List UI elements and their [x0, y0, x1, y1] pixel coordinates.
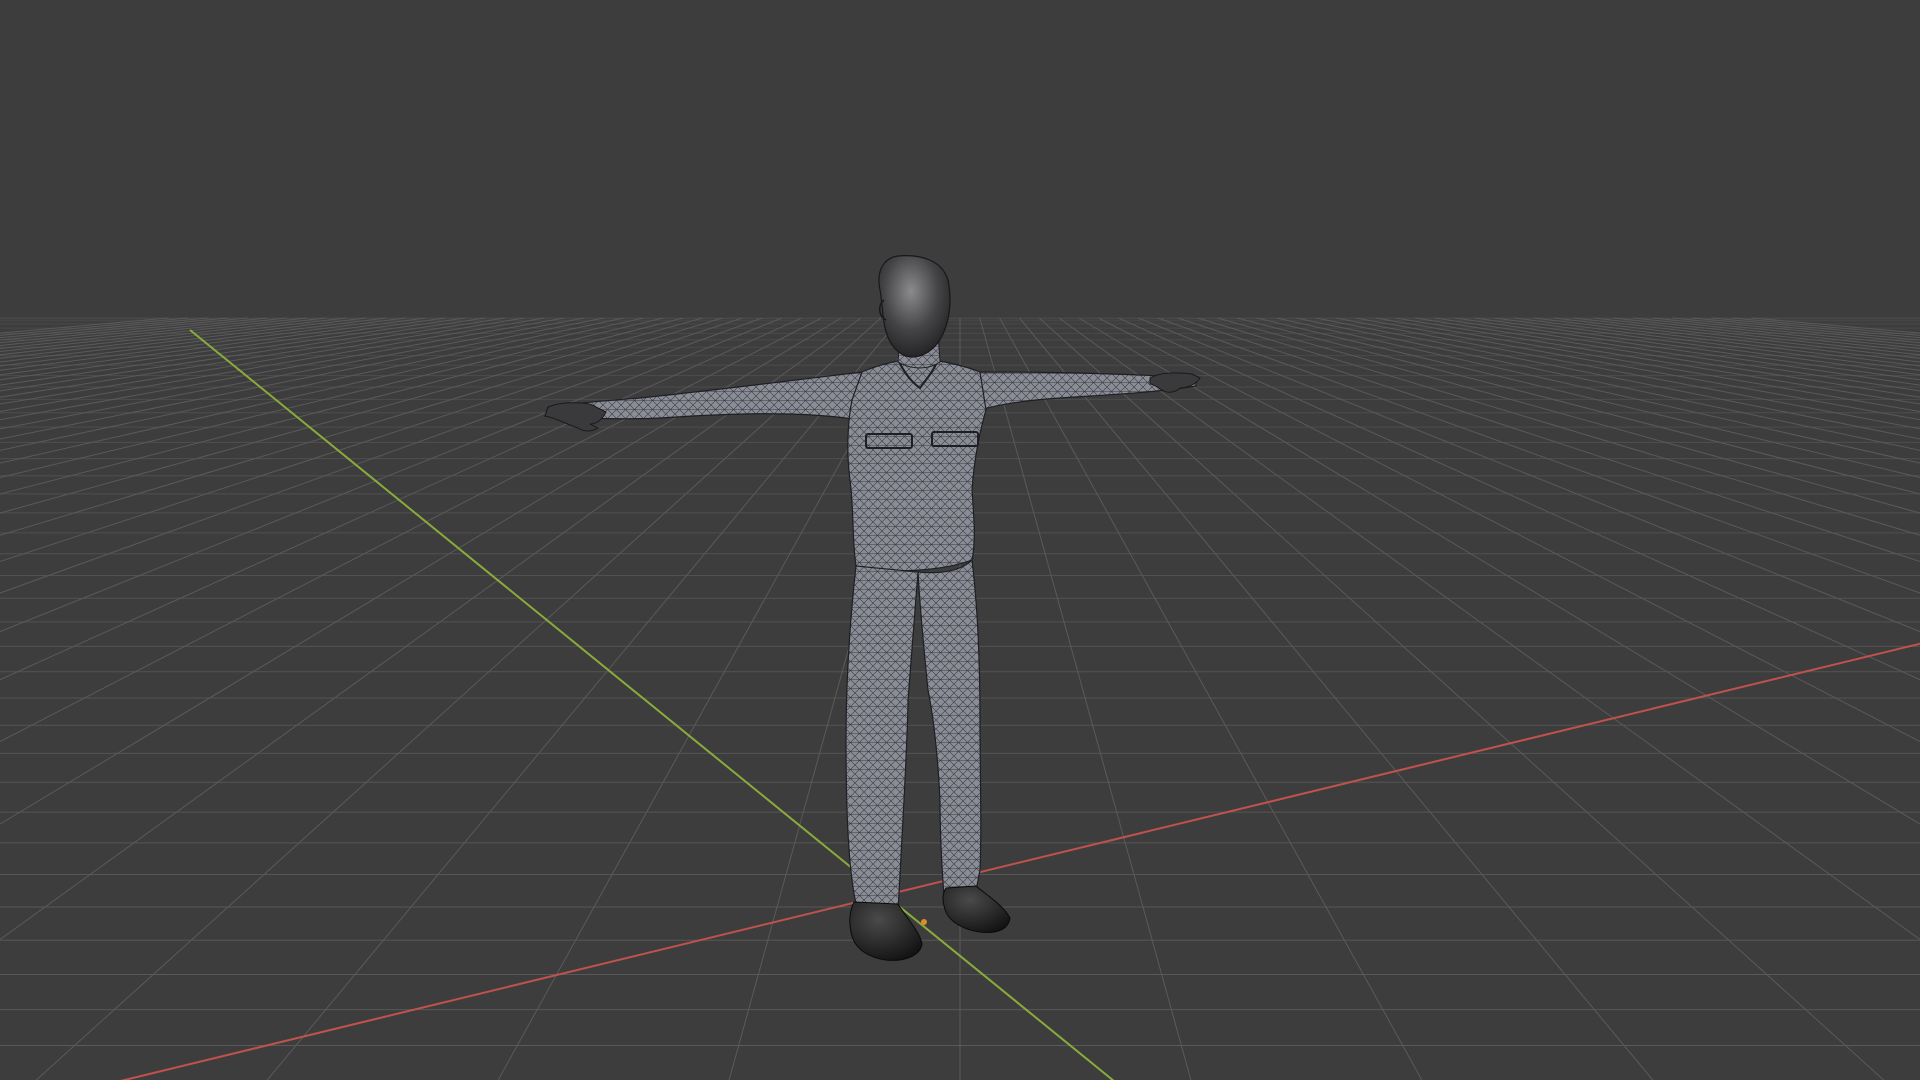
grid-line [1633, 317, 1920, 349]
grid-line [0, 317, 842, 825]
grid-line [1534, 317, 1920, 367]
grid-line [1078, 317, 1920, 825]
grid-line [0, 317, 822, 743]
grid-line [0, 317, 723, 536]
grid-line [1197, 317, 1920, 536]
grid-line [0, 317, 604, 440]
grid-line [1177, 317, 1920, 563]
grid-line [1415, 317, 1920, 398]
grid-line [1672, 317, 1920, 344]
torso[interactable] [847, 357, 987, 572]
grid-line [0, 317, 624, 451]
grid-line [1256, 317, 1920, 479]
grid-line [0, 317, 644, 464]
grid-line [35, 317, 882, 1080]
grid-line [1157, 317, 1920, 594]
grid-line [979, 317, 1192, 1080]
grid-line [0, 317, 248, 344]
grid-line [1732, 317, 1920, 336]
grid-line [0, 317, 406, 371]
right-leg[interactable] [917, 558, 982, 897]
grid-line [1474, 317, 1920, 381]
grid-line [0, 317, 307, 353]
grid-line [1613, 317, 1920, 353]
grid-line [1098, 317, 1920, 743]
grid-line [1435, 317, 1920, 392]
grid-line [1138, 317, 1920, 633]
viewport-canvas[interactable] [0, 0, 1920, 1080]
grid-line [0, 317, 347, 359]
grid-line [0, 317, 485, 392]
grid-line [0, 317, 446, 381]
grid-line [0, 317, 664, 479]
grid-line [1276, 317, 1920, 464]
grid-line [0, 317, 287, 349]
grid-line [1553, 317, 1920, 363]
grid-line [1316, 317, 1920, 440]
grid-line [0, 317, 782, 633]
origin-marker [921, 919, 927, 925]
grid-line [0, 317, 426, 376]
3d-viewport[interactable] [0, 0, 1920, 1080]
grid-line [0, 317, 743, 563]
grid-line [1217, 317, 1920, 514]
grid-line [1038, 317, 1885, 1080]
grid-line [0, 317, 763, 594]
grid-line [1494, 317, 1920, 376]
left-leg[interactable] [845, 565, 919, 913]
grid-line [1058, 317, 1920, 941]
grid-line [0, 317, 268, 347]
left-shoe[interactable] [849, 901, 923, 961]
head[interactable] [878, 255, 951, 358]
grid-line [0, 317, 367, 363]
grid-line [999, 317, 1423, 1080]
grid-line [1514, 317, 1920, 371]
grid-line [1573, 317, 1920, 359]
grid-line [0, 317, 802, 681]
grid-line [0, 317, 188, 336]
right-shoe[interactable] [942, 885, 1011, 933]
grid-line [0, 317, 386, 367]
grid-line [1118, 317, 1920, 681]
grid-line [1296, 317, 1920, 451]
grid-line [0, 317, 862, 941]
grid-line [0, 317, 505, 398]
